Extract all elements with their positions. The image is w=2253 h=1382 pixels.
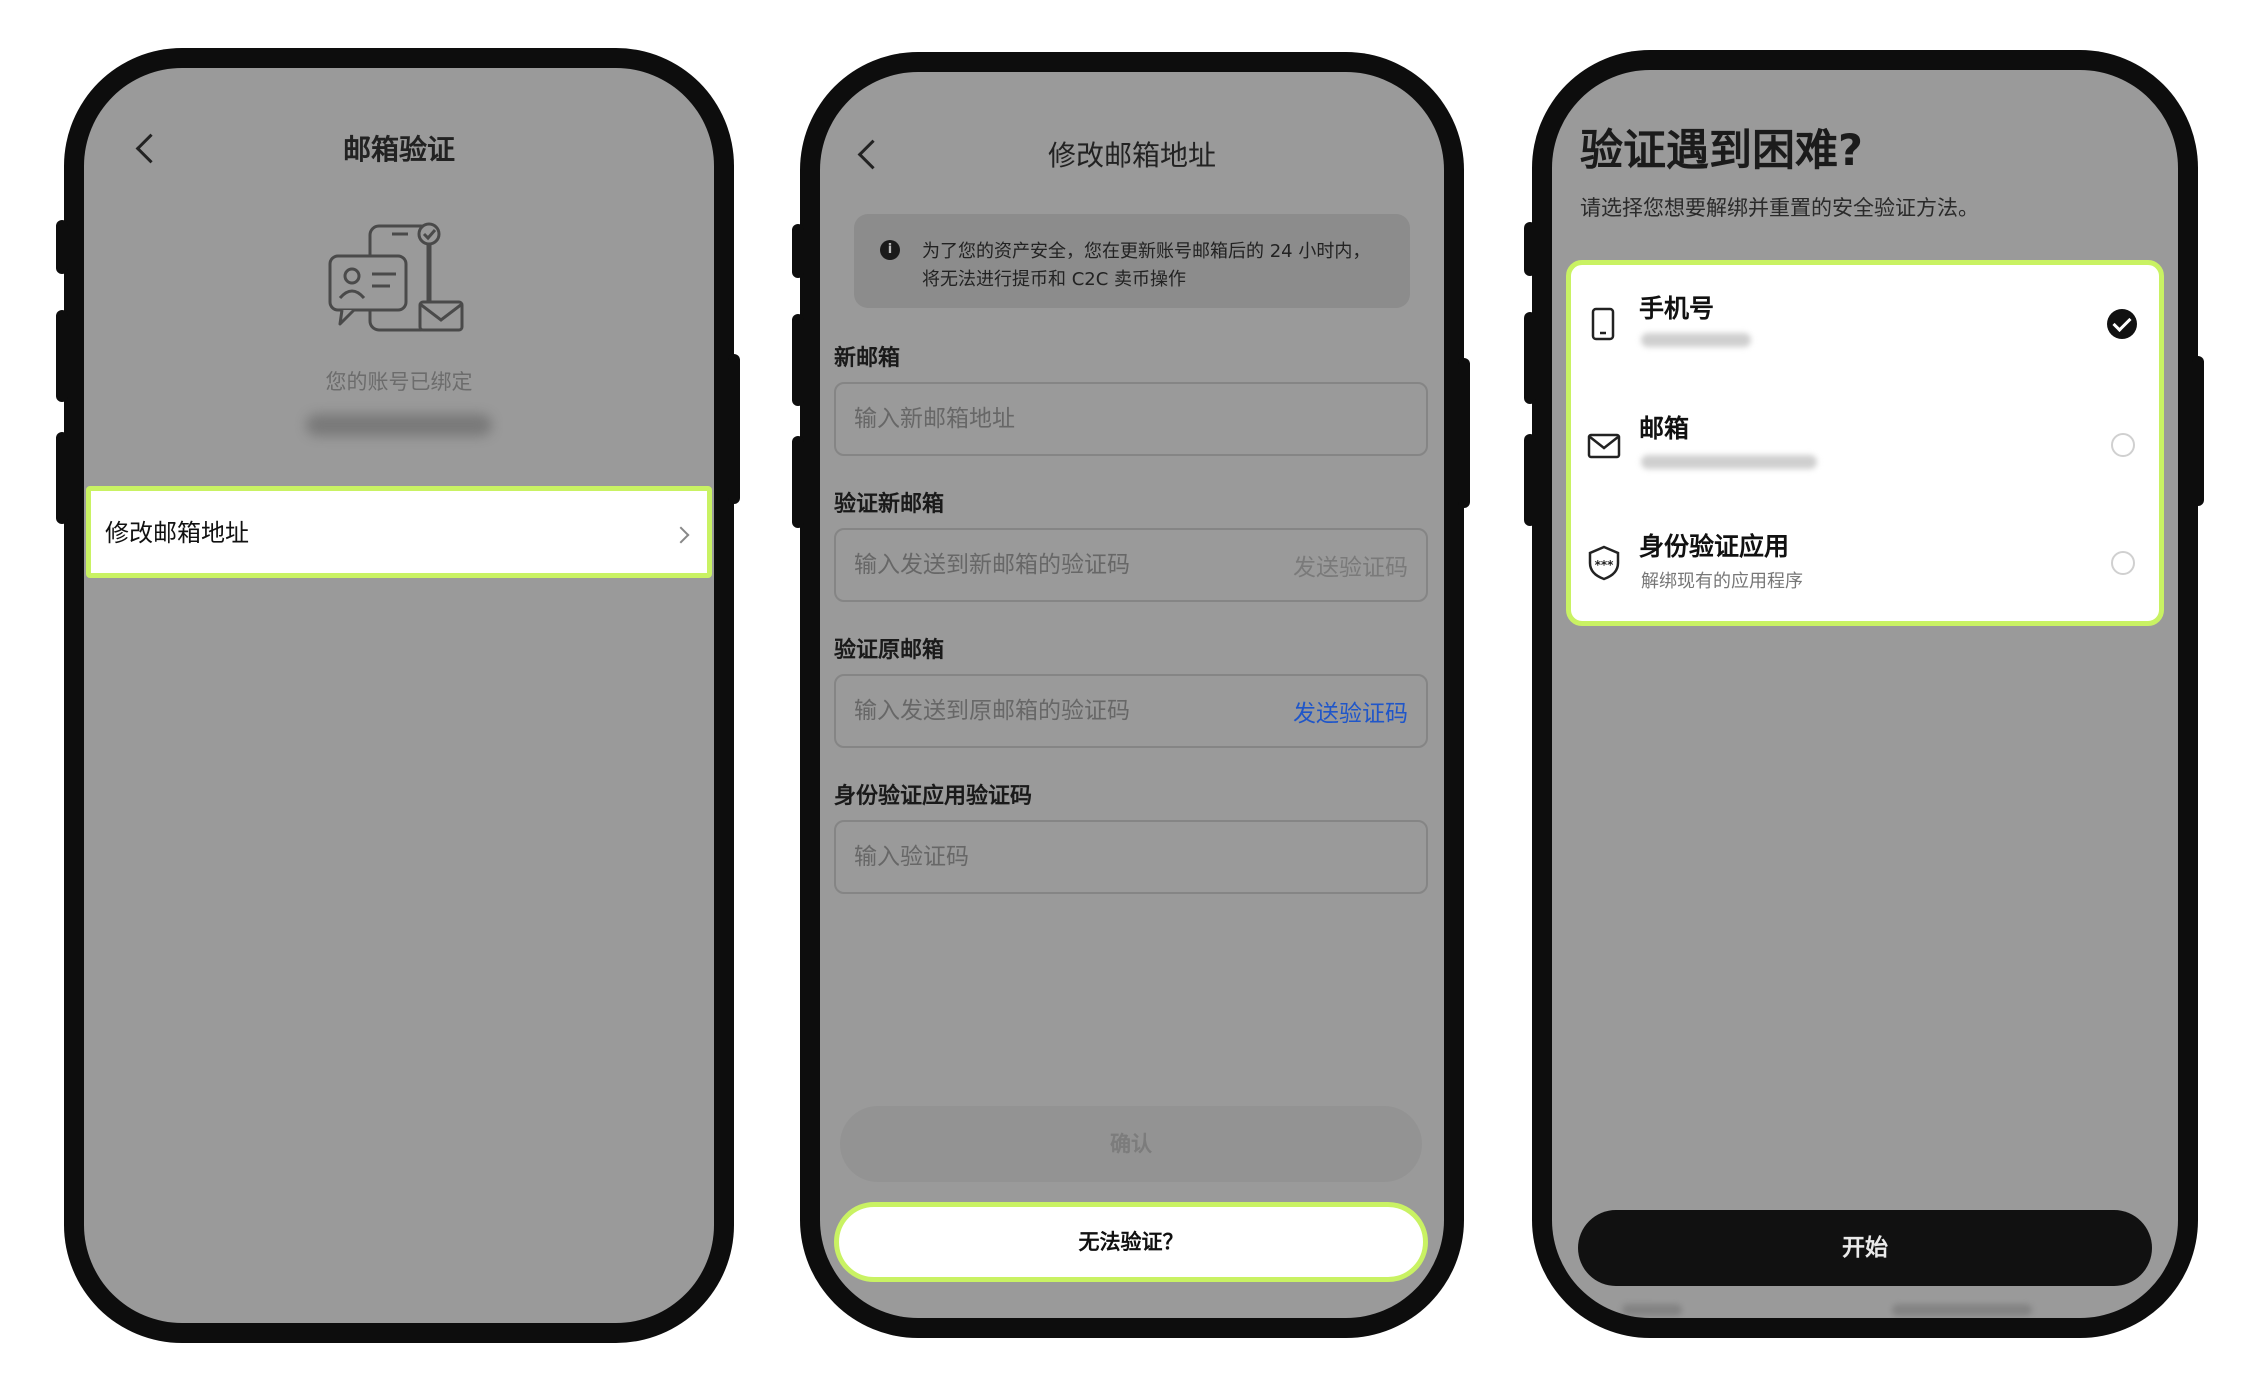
phone-chat-mail-illustration-icon — [328, 222, 464, 332]
option-auth-app-radio[interactable] — [2111, 551, 2135, 575]
phone-frame-3: 验证遇到困难? 请选择您想要解绑并重置的安全验证方法。 手机号 邮箱 *** 身… — [1532, 50, 2198, 1338]
blurred-phone-number — [1641, 333, 1751, 347]
send-code-old-button[interactable]: 发送验证码 — [1293, 676, 1408, 746]
phone-icon — [1591, 307, 1615, 341]
send-code-new-button[interactable]: 发送验证码 — [1293, 530, 1408, 600]
footer-link-blurred — [1622, 1304, 1682, 1316]
page-title: 邮箱验证 — [342, 133, 455, 166]
page-subtitle: 请选择您想要解绑并重置的安全验证方法。 — [1580, 196, 1979, 220]
svg-text:***: *** — [1595, 558, 1615, 572]
start-button[interactable]: 开始 — [1578, 1210, 2152, 1286]
side-button — [792, 314, 804, 406]
chevron-right-icon — [672, 526, 690, 544]
option-email-radio[interactable] — [2111, 433, 2135, 457]
change-email-label: 修改邮箱地址 — [105, 519, 249, 547]
option-phone-label: 手机号 — [1639, 294, 1715, 323]
new-email-label: 新邮箱 — [834, 346, 901, 371]
mail-icon — [1587, 433, 1621, 459]
notice-line-2: 将无法进行提币和 C2C 卖币操作 — [922, 269, 1187, 290]
option-auth-app[interactable]: *** 身份验证应用 解绑现有的应用程序 — [1571, 505, 2159, 623]
bound-account-text: 您的账号已绑定 — [325, 370, 473, 394]
side-button — [1458, 358, 1470, 508]
side-button — [728, 354, 740, 504]
new-email-input[interactable] — [854, 384, 1208, 454]
shield-icon: *** — [1588, 545, 1620, 581]
blurred-email-address — [1641, 455, 1817, 469]
page-title: 修改邮箱地址 — [1047, 139, 1216, 172]
auth-app-code-input[interactable] — [854, 822, 1208, 892]
new-email-field[interactable] — [834, 382, 1428, 456]
phone3-screen: 验证遇到困难? 请选择您想要解绑并重置的安全验证方法。 手机号 邮箱 *** 身… — [1552, 70, 2178, 1318]
verify-new-email-field[interactable]: 发送验证码 — [834, 528, 1428, 602]
change-email-row[interactable]: 修改邮箱地址 — [86, 486, 712, 578]
side-button — [2192, 356, 2204, 506]
info-icon: i — [880, 240, 900, 260]
verify-old-email-field[interactable]: 发送验证码 — [834, 674, 1428, 748]
security-notice: i 为了您的资产安全，您在更新账号邮箱后的 24 小时内， 将无法进行提币和 C… — [854, 214, 1410, 308]
footer-link-blurred — [1892, 1304, 2032, 1316]
confirm-button[interactable]: 确认 — [840, 1106, 1422, 1182]
auth-app-code-label: 身份验证应用验证码 — [834, 784, 1033, 809]
option-email-label: 邮箱 — [1639, 414, 1690, 443]
phone2-screen: 修改邮箱地址 i 为了您的资产安全，您在更新账号邮箱后的 24 小时内， 将无法… — [820, 72, 1444, 1318]
phone1-screen: 邮箱验证 您的账号已绑定 修改邮箱地址 — [84, 68, 714, 1323]
phone-frame-2: 修改邮箱地址 i 为了您的资产安全，您在更新账号邮箱后的 24 小时内， 将无法… — [800, 52, 1464, 1338]
side-button — [792, 224, 804, 278]
phone-frame-1: 邮箱验证 您的账号已绑定 修改邮箱地址 — [64, 48, 734, 1343]
option-auth-app-label: 身份验证应用 — [1639, 532, 1790, 561]
page-title: 验证遇到困难? — [1580, 126, 1863, 176]
verify-new-email-label: 验证新邮箱 — [834, 492, 945, 517]
verify-method-card: 手机号 邮箱 *** 身份验证应用 解绑现有的应用程序 — [1566, 260, 2164, 626]
verify-old-email-label: 验证原邮箱 — [834, 638, 945, 663]
blurred-email — [306, 414, 492, 436]
side-button — [56, 432, 68, 524]
side-button — [792, 436, 804, 528]
verify-new-code-input[interactable] — [854, 530, 1208, 600]
side-button — [56, 220, 68, 274]
verify-old-code-input[interactable] — [854, 676, 1208, 746]
option-email[interactable]: 邮箱 — [1571, 385, 2159, 503]
side-button — [1524, 434, 1536, 526]
side-button — [1524, 222, 1536, 276]
side-button — [56, 310, 68, 402]
auth-app-code-field[interactable] — [834, 820, 1428, 894]
option-phone[interactable]: 手机号 — [1571, 265, 2159, 383]
option-phone-radio-checked[interactable] — [2107, 309, 2137, 339]
option-auth-app-sub: 解绑现有的应用程序 — [1641, 571, 1803, 592]
notice-line-1: 为了您的资产安全，您在更新账号邮箱后的 24 小时内， — [922, 241, 1371, 262]
side-button — [1524, 312, 1536, 404]
cant-verify-button[interactable]: 无法验证？ — [834, 1202, 1428, 1282]
